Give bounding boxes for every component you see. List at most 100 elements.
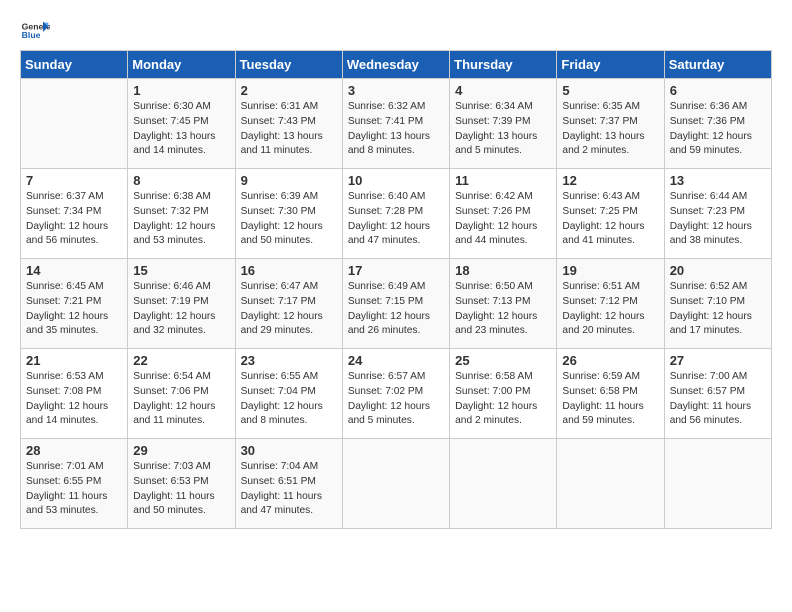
day-info: Sunrise: 7:04 AMSunset: 6:51 PMDaylight:… <box>241 460 337 519</box>
day-number: 3 <box>348 83 444 98</box>
svg-text:Blue: Blue <box>22 30 41 40</box>
day-info: Sunrise: 7:01 AMSunset: 6:55 PMDaylight:… <box>26 460 122 519</box>
calendar-cell: 17 Sunrise: 6:49 AMSunset: 7:15 PMDayligh… <box>342 259 449 349</box>
day-info: Sunrise: 6:45 AMSunset: 7:21 PMDaylight:… <box>26 280 122 339</box>
day-number: 20 <box>670 263 766 278</box>
day-number: 29 <box>133 443 229 458</box>
calendar-cell: 12Sunrise: 6:43 AMSunset: 7:25 PMDayligh… <box>557 169 664 259</box>
day-number: 19 <box>562 263 658 278</box>
day-number: 2 <box>241 83 337 98</box>
day-info: Sunrise: 6:40 AMSunset: 7:28 PMDaylight:… <box>348 190 444 249</box>
calendar-cell <box>450 439 557 529</box>
day-number: 5 <box>562 83 658 98</box>
day-number: 23 <box>241 353 337 368</box>
day-number: 24 <box>348 353 444 368</box>
day-number: 28 <box>26 443 122 458</box>
day-number: 4 <box>455 83 551 98</box>
day-number: 30 <box>241 443 337 458</box>
calendar-cell: 16 Sunrise: 6:47 AMSunset: 7:17 PMDayligh… <box>235 259 342 349</box>
calendar-cell: 27 Sunrise: 7:00 AMSunset: 6:57 PMDayligh… <box>664 349 771 439</box>
calendar-cell <box>557 439 664 529</box>
weekday-header-saturday: Saturday <box>664 51 771 79</box>
calendar-cell: 15 Sunrise: 6:46 AMSunset: 7:19 PMDayligh… <box>128 259 235 349</box>
day-number: 16 <box>241 263 337 278</box>
calendar-cell: 8Sunrise: 6:38 AMSunset: 7:32 PMDaylight… <box>128 169 235 259</box>
day-info: Sunrise: 6:57 AMSunset: 7:02 PMDaylight:… <box>348 370 444 429</box>
day-info: Sunrise: 6:34 AMSunset: 7:39 PMDaylight:… <box>455 100 551 159</box>
calendar-cell: 24 Sunrise: 6:57 AMSunset: 7:02 PMDayligh… <box>342 349 449 439</box>
calendar-cell: 6 Sunrise: 6:36 AMSunset: 7:36 PMDaylight… <box>664 79 771 169</box>
calendar-cell: 25 Sunrise: 6:58 AMSunset: 7:00 PMDayligh… <box>450 349 557 439</box>
weekday-header-thursday: Thursday <box>450 51 557 79</box>
calendar-cell: 30 Sunrise: 7:04 AMSunset: 6:51 PMDayligh… <box>235 439 342 529</box>
weekday-header-tuesday: Tuesday <box>235 51 342 79</box>
calendar-table: SundayMondayTuesdayWednesdayThursdayFrid… <box>20 50 772 529</box>
day-number: 8 <box>133 173 229 188</box>
calendar-cell: 13 Sunrise: 6:44 AMSunset: 7:23 PMDayligh… <box>664 169 771 259</box>
day-info: Sunrise: 6:35 AMSunset: 7:37 PMDaylight:… <box>562 100 658 159</box>
calendar-cell: 14 Sunrise: 6:45 AMSunset: 7:21 PMDayligh… <box>21 259 128 349</box>
calendar-cell: 10 Sunrise: 6:40 AMSunset: 7:28 PMDayligh… <box>342 169 449 259</box>
day-number: 1 <box>133 83 229 98</box>
calendar-cell: 1Sunrise: 6:30 AMSunset: 7:45 PMDaylight… <box>128 79 235 169</box>
day-number: 25 <box>455 353 551 368</box>
calendar-cell: 4 Sunrise: 6:34 AMSunset: 7:39 PMDaylight… <box>450 79 557 169</box>
day-number: 21 <box>26 353 122 368</box>
calendar-cell <box>664 439 771 529</box>
calendar-cell: 21Sunrise: 6:53 AMSunset: 7:08 PMDayligh… <box>21 349 128 439</box>
weekday-header-wednesday: Wednesday <box>342 51 449 79</box>
calendar-cell <box>342 439 449 529</box>
day-info: Sunrise: 6:50 AMSunset: 7:13 PMDaylight:… <box>455 280 551 339</box>
day-number: 18 <box>455 263 551 278</box>
calendar-cell: 7 Sunrise: 6:37 AMSunset: 7:34 PMDaylight… <box>21 169 128 259</box>
day-info: Sunrise: 6:39 AMSunset: 7:30 PMDaylight:… <box>241 190 337 249</box>
day-info: Sunrise: 6:42 AMSunset: 7:26 PMDaylight:… <box>455 190 551 249</box>
day-number: 26 <box>562 353 658 368</box>
day-number: 13 <box>670 173 766 188</box>
calendar-cell: 28 Sunrise: 7:01 AMSunset: 6:55 PMDayligh… <box>21 439 128 529</box>
weekday-header-monday: Monday <box>128 51 235 79</box>
day-number: 15 <box>133 263 229 278</box>
calendar-cell: 11 Sunrise: 6:42 AMSunset: 7:26 PMDayligh… <box>450 169 557 259</box>
calendar-cell: 26 Sunrise: 6:59 AMSunset: 6:58 PMDayligh… <box>557 349 664 439</box>
day-info: Sunrise: 7:00 AMSunset: 6:57 PMDaylight:… <box>670 370 766 429</box>
day-number: 6 <box>670 83 766 98</box>
day-info: Sunrise: 6:47 AMSunset: 7:17 PMDaylight:… <box>241 280 337 339</box>
day-number: 22 <box>133 353 229 368</box>
calendar-cell: 29 Sunrise: 7:03 AMSunset: 6:53 PMDayligh… <box>128 439 235 529</box>
calendar-cell: 9 Sunrise: 6:39 AMSunset: 7:30 PMDaylight… <box>235 169 342 259</box>
calendar-cell <box>21 79 128 169</box>
day-number: 14 <box>26 263 122 278</box>
day-info: Sunrise: 6:46 AMSunset: 7:19 PMDaylight:… <box>133 280 229 339</box>
day-info: Sunrise: 6:51 AMSunset: 7:12 PMDaylight:… <box>562 280 658 339</box>
logo-icon: General Blue <box>20 20 50 40</box>
day-info: Sunrise: 6:55 AMSunset: 7:04 PMDaylight:… <box>241 370 337 429</box>
day-number: 17 <box>348 263 444 278</box>
calendar-cell: 22Sunrise: 6:54 AMSunset: 7:06 PMDayligh… <box>128 349 235 439</box>
day-info: Sunrise: 6:43 AMSunset: 7:25 PMDaylight:… <box>562 190 658 249</box>
calendar-cell: 2 Sunrise: 6:31 AMSunset: 7:43 PMDaylight… <box>235 79 342 169</box>
day-info: Sunrise: 6:36 AMSunset: 7:36 PMDaylight:… <box>670 100 766 159</box>
calendar-cell: 19 Sunrise: 6:51 AMSunset: 7:12 PMDayligh… <box>557 259 664 349</box>
page-header: General Blue <box>20 20 772 40</box>
day-info: Sunrise: 6:58 AMSunset: 7:00 PMDaylight:… <box>455 370 551 429</box>
day-number: 10 <box>348 173 444 188</box>
logo-area: General Blue <box>20 20 56 40</box>
day-number: 11 <box>455 173 551 188</box>
calendar-cell: 23 Sunrise: 6:55 AMSunset: 7:04 PMDayligh… <box>235 349 342 439</box>
day-number: 27 <box>670 353 766 368</box>
calendar-cell: 20Sunrise: 6:52 AMSunset: 7:10 PMDayligh… <box>664 259 771 349</box>
day-info: Sunrise: 6:49 AMSunset: 7:15 PMDaylight:… <box>348 280 444 339</box>
weekday-header-friday: Friday <box>557 51 664 79</box>
day-number: 9 <box>241 173 337 188</box>
day-info: Sunrise: 7:03 AMSunset: 6:53 PMDaylight:… <box>133 460 229 519</box>
weekday-header-sunday: Sunday <box>21 51 128 79</box>
calendar-cell: 18 Sunrise: 6:50 AMSunset: 7:13 PMDayligh… <box>450 259 557 349</box>
calendar-cell: 3Sunrise: 6:32 AMSunset: 7:41 PMDaylight… <box>342 79 449 169</box>
day-info: Sunrise: 6:59 AMSunset: 6:58 PMDaylight:… <box>562 370 658 429</box>
day-info: Sunrise: 6:37 AMSunset: 7:34 PMDaylight:… <box>26 190 122 249</box>
day-number: 7 <box>26 173 122 188</box>
day-info: Sunrise: 6:31 AMSunset: 7:43 PMDaylight:… <box>241 100 337 159</box>
day-info: Sunrise: 6:44 AMSunset: 7:23 PMDaylight:… <box>670 190 766 249</box>
calendar-cell: 5 Sunrise: 6:35 AMSunset: 7:37 PMDaylight… <box>557 79 664 169</box>
